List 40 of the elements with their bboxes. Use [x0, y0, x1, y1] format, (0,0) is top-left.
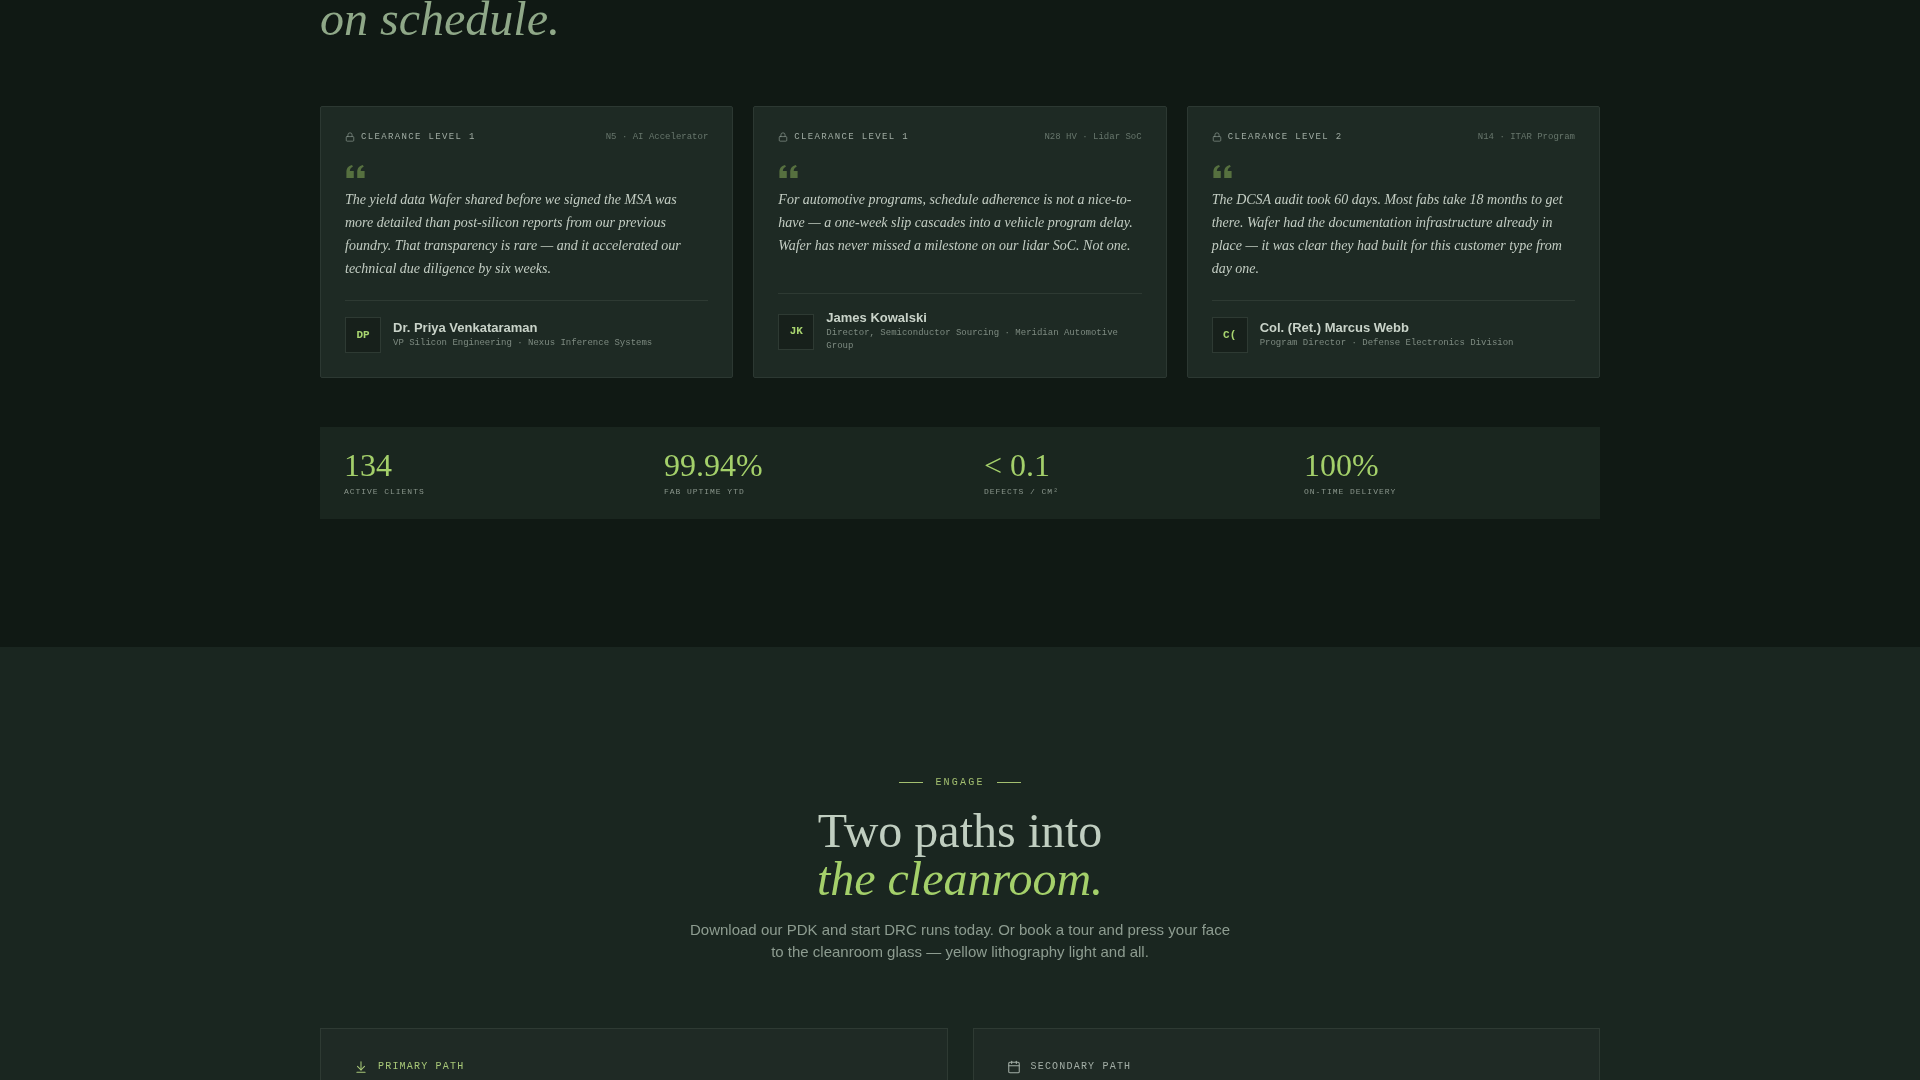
calendar-icon — [1006, 1060, 1021, 1074]
section-description: Download our PDK and start DRC runs today. Or book a tour and press your face to the cleanroom glass — yellow lithography light and all. — [689, 920, 1231, 962]
stat-label: FAB UPTIME YTD — [664, 486, 745, 498]
stat-label: ON-TIME DELIVERY — [1304, 486, 1397, 498]
path-label: SECONDARY PATH — [1030, 1060, 1132, 1074]
stat-value: < 0.1 — [984, 447, 1051, 483]
author-role: VP Silicon Engineering · Nexus Inference Systems — [393, 337, 653, 350]
author-name: James Kowalski — [826, 310, 928, 326]
lock-icon — [778, 132, 789, 142]
lock-icon — [345, 132, 355, 142]
clearance-label: CLEARANCE LEVEL 2 — [1227, 131, 1343, 143]
author-name: Col. (Ret.) Marcus Webb — [1259, 320, 1410, 336]
initials-avatar: JK — [778, 313, 815, 350]
initials-avatar: DP — [345, 317, 381, 353]
eyebrow-label: ENGAGE — [935, 776, 985, 790]
section-title: Two paths into the cleanroom. — [816, 807, 1104, 903]
stat-value: 99.94% — [664, 447, 763, 483]
clearance-label: CLEARANCE LEVEL 1 — [794, 131, 910, 143]
quote-text: For automotive programs, schedule adherence is not a nice-to-have — a one-week slip cascades into a vehicle program delay. Wafer has never missed a milestone on our lidar SoC. Not one. — [778, 191, 1134, 255]
stat-label: DEFECTS / CM² — [984, 486, 1059, 498]
clearance-label: CLEARANCE LEVEL 1 — [361, 131, 476, 143]
author-role: Program Director · Defense Electronics Division — [1259, 337, 1514, 350]
download-icon — [354, 1060, 368, 1074]
program-label: N14 · ITAR Program — [1477, 131, 1575, 143]
quote-text: The yield data Wafer shared before we signed the MSA was more detailed than post-silicon reports from our previous foundry. That transparency is rare — and it accelerated our technical due diligence by six weeks. — [345, 191, 682, 278]
lock-icon — [1211, 132, 1222, 142]
quote-text: The DCSA audit took 60 days. Most fabs take 18 months to get there. Wafer had the documentation infrastructure already in place — it was clear they had built for this customer type from day one. — [1211, 191, 1564, 278]
stat-value: 100% — [1304, 447, 1379, 483]
stat-value: 134 — [344, 447, 392, 483]
quote-icon — [345, 165, 366, 178]
initials-avatar: C( — [1211, 317, 1248, 353]
stat-label: ACTIVE CLIENTS — [344, 486, 425, 498]
author-role: Director, Semiconductor Sourcing · Meridian Automotive Group — [826, 327, 1119, 353]
section-heading: on schedule. — [320, 0, 560, 43]
program-label: N28 HV · Lidar SoC — [1044, 131, 1142, 143]
program-label: N5 · AI Accelerator — [605, 131, 709, 143]
quote-icon — [778, 165, 800, 178]
quote-icon — [1211, 165, 1233, 178]
author-name: Dr. Priya Venkataraman — [393, 320, 539, 336]
path-label: PRIMARY PATH — [378, 1060, 465, 1074]
